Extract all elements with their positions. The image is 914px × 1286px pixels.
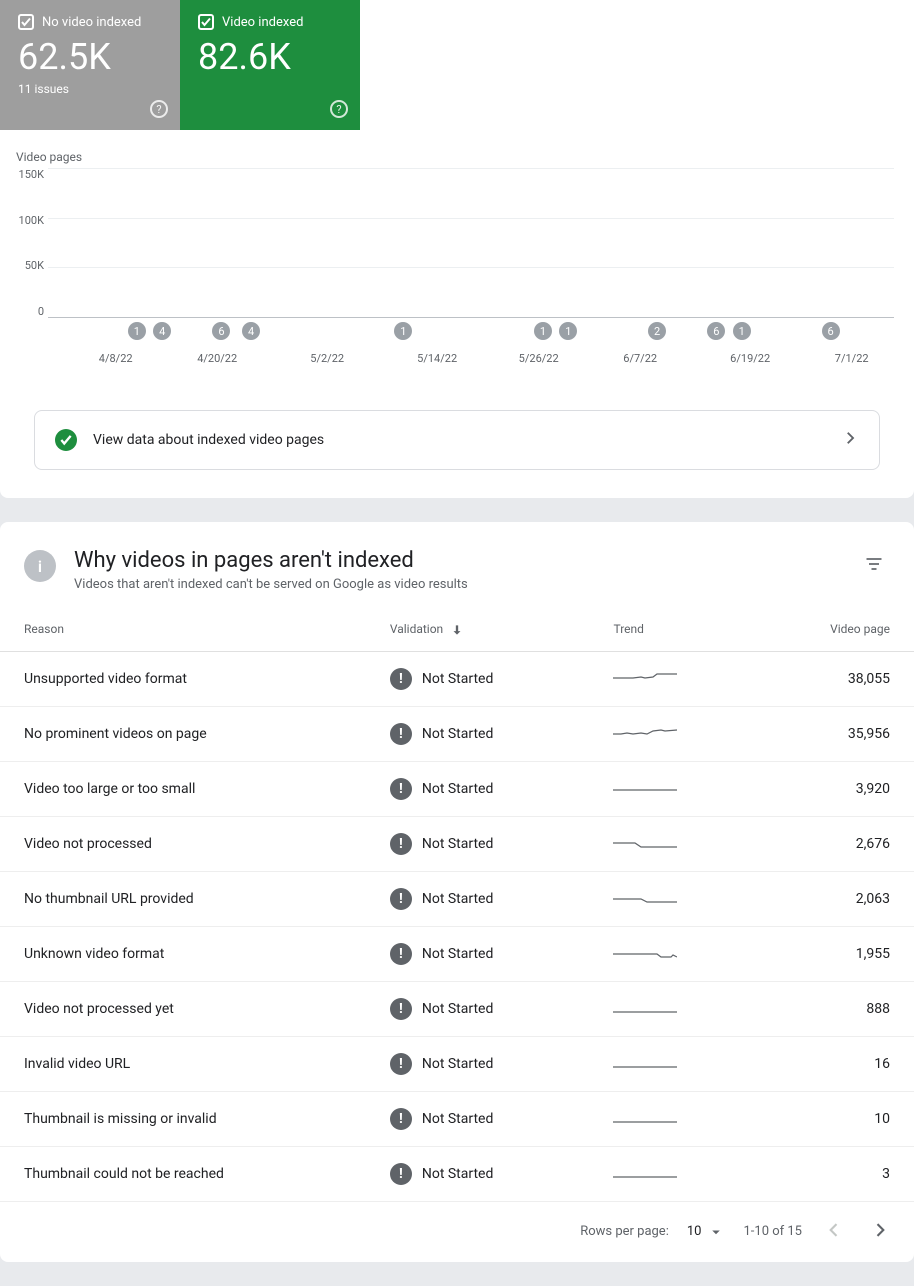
reason-cell: Invalid video URL <box>0 1036 366 1091</box>
table-row[interactable]: Invalid video URL ! Not Started 16 <box>0 1036 914 1091</box>
card-issues: 11 issues <box>18 82 162 96</box>
trend-cell <box>589 1036 754 1091</box>
trend-cell <box>589 816 754 871</box>
help-icon[interactable]: ? <box>330 100 348 118</box>
reason-cell: Thumbnail is missing or invalid <box>0 1091 366 1146</box>
pages-cell: 888 <box>755 981 914 1036</box>
trend-cell <box>589 871 754 926</box>
filter-button[interactable] <box>858 548 890 584</box>
pages-cell: 38,055 <box>755 651 914 706</box>
card-no-video-indexed[interactable]: No video indexed 62.5K 11 issues ? <box>0 0 180 130</box>
chart-y-title: Video pages <box>16 150 894 164</box>
table-row[interactable]: No prominent videos on page ! Not Starte… <box>0 706 914 761</box>
pages-cell: 16 <box>755 1036 914 1091</box>
reason-cell: No thumbnail URL provided <box>0 871 366 926</box>
exclamation-icon: ! <box>390 778 412 800</box>
chart-plot <box>48 168 894 318</box>
trend-cell <box>589 706 754 761</box>
rows-per-page-select[interactable]: 10 <box>687 1223 726 1241</box>
reason-cell: Unsupported video format <box>0 651 366 706</box>
reason-cell: No prominent videos on page <box>0 706 366 761</box>
trend-cell <box>589 926 754 981</box>
prev-page-button[interactable] <box>820 1216 848 1248</box>
table-row[interactable]: Thumbnail is missing or invalid ! Not St… <box>0 1091 914 1146</box>
view-indexed-link[interactable]: View data about indexed video pages <box>34 410 880 470</box>
exclamation-icon: ! <box>390 888 412 910</box>
reason-cell: Video too large or too small <box>0 761 366 816</box>
col-validation[interactable]: Validation <box>366 608 590 651</box>
pages-cell: 1,955 <box>755 926 914 981</box>
help-icon[interactable]: ? <box>150 100 168 118</box>
chart-y-axis: 150K100K50K0 <box>16 168 48 318</box>
card-value: 82.6K <box>198 36 342 78</box>
exclamation-icon: ! <box>390 1108 412 1130</box>
next-page-button[interactable] <box>866 1216 894 1248</box>
validation-cell: ! Not Started <box>366 651 590 706</box>
card-video-indexed[interactable]: Video indexed 82.6K ? <box>180 0 360 130</box>
checkbox-checked-icon <box>18 14 34 30</box>
validation-cell: ! Not Started <box>366 1146 590 1201</box>
trend-cell <box>589 651 754 706</box>
table-row[interactable]: Video not processed ! Not Started 2,676 <box>0 816 914 871</box>
info-icon: i <box>24 550 56 582</box>
table-row[interactable]: Unknown video format ! Not Started 1,955 <box>0 926 914 981</box>
chevron-right-icon <box>841 429 859 451</box>
trend-cell <box>589 761 754 816</box>
reason-cell: Thumbnail could not be reached <box>0 1146 366 1201</box>
chart-x-axis: 4/8/224/20/225/2/225/14/225/26/226/7/226… <box>48 352 894 370</box>
table-row[interactable]: Thumbnail could not be reached ! Not Sta… <box>0 1146 914 1201</box>
exclamation-icon: ! <box>390 833 412 855</box>
trend-cell <box>589 1146 754 1201</box>
dropdown-icon <box>707 1223 725 1241</box>
exclamation-icon: ! <box>390 1163 412 1185</box>
rows-per-page-label: Rows per page: <box>580 1224 669 1239</box>
issues-table: Reason Validation Trend Video page Unsup… <box>0 608 914 1202</box>
checkbox-checked-icon <box>198 14 214 30</box>
exclamation-icon: ! <box>390 1053 412 1075</box>
pages-cell: 3 <box>755 1146 914 1201</box>
validation-cell: ! Not Started <box>366 871 590 926</box>
table-row[interactable]: No thumbnail URL provided ! Not Started … <box>0 871 914 926</box>
reason-cell: Unknown video format <box>0 926 366 981</box>
table-row[interactable]: Video too large or too small ! Not Start… <box>0 761 914 816</box>
validation-cell: ! Not Started <box>366 761 590 816</box>
validation-cell: ! Not Started <box>366 926 590 981</box>
reason-cell: Video not processed yet <box>0 981 366 1036</box>
col-pages[interactable]: Video page <box>755 608 914 651</box>
pages-cell: 10 <box>755 1091 914 1146</box>
table-row[interactable]: Unsupported video format ! Not Started 3… <box>0 651 914 706</box>
validation-cell: ! Not Started <box>366 981 590 1036</box>
card-value: 62.5K <box>18 36 162 78</box>
col-trend[interactable]: Trend <box>589 608 754 651</box>
pages-cell: 2,676 <box>755 816 914 871</box>
pagination-range: 1-10 of 15 <box>743 1224 802 1239</box>
reason-cell: Video not processed <box>0 816 366 871</box>
pages-cell: 3,920 <box>755 761 914 816</box>
card-label: Video indexed <box>222 15 303 30</box>
sort-down-icon <box>450 623 464 637</box>
validation-cell: ! Not Started <box>366 1091 590 1146</box>
card-label: No video indexed <box>42 15 141 30</box>
table-row[interactable]: Video not processed yet ! Not Started 88… <box>0 981 914 1036</box>
col-reason[interactable]: Reason <box>0 608 366 651</box>
trend-cell <box>589 981 754 1036</box>
section-sub: Videos that aren't indexed can't be serv… <box>74 577 840 592</box>
pages-cell: 35,956 <box>755 706 914 761</box>
chart-annotations: 14641112616 <box>48 322 894 342</box>
exclamation-icon: ! <box>390 998 412 1020</box>
exclamation-icon: ! <box>390 668 412 690</box>
validation-cell: ! Not Started <box>366 706 590 761</box>
trend-cell <box>589 1091 754 1146</box>
check-circle-icon <box>55 429 77 451</box>
exclamation-icon: ! <box>390 723 412 745</box>
view-link-text: View data about indexed video pages <box>93 432 825 448</box>
section-title: Why videos in pages aren't indexed <box>74 548 840 573</box>
exclamation-icon: ! <box>390 943 412 965</box>
validation-cell: ! Not Started <box>366 1036 590 1091</box>
validation-cell: ! Not Started <box>366 816 590 871</box>
pages-cell: 2,063 <box>755 871 914 926</box>
